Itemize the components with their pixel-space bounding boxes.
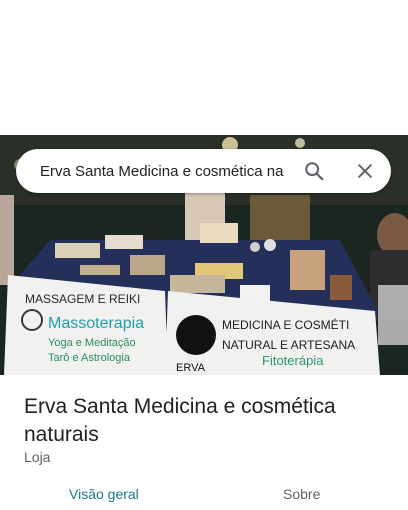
tab-overview[interactable]: Visão geral bbox=[69, 486, 139, 502]
place-category: Loja bbox=[24, 449, 51, 465]
banner-right-brand: ERVA bbox=[176, 362, 206, 374]
banner-left-line1: MASSAGEM E REIKI bbox=[25, 292, 140, 306]
search-input[interactable]: Erva Santa Medicina e cosmética na bbox=[40, 163, 288, 180]
tab-about[interactable]: Sobre bbox=[283, 486, 320, 502]
banner-right-line2: NATURAL E ARTESANA bbox=[222, 338, 355, 352]
banner-left-line4: Tarô e Astrologia bbox=[48, 352, 131, 364]
tab-bar: Visão geral Sobre bbox=[0, 478, 408, 510]
top-blank-area bbox=[0, 0, 408, 135]
search-icon[interactable] bbox=[300, 157, 328, 185]
banner-left-line2: Massoterapia bbox=[48, 315, 144, 332]
close-icon[interactable] bbox=[351, 157, 379, 185]
place-title: Erva Santa Medicina e cosmética naturais bbox=[24, 395, 336, 446]
banner-right-line1: MEDICINA E COSMÉTI bbox=[222, 317, 349, 332]
banner-right-line3: Fitoterápia bbox=[262, 353, 324, 368]
search-bar[interactable]: Erva Santa Medicina e cosmética na bbox=[16, 149, 391, 193]
banner-left-line3: Yoga e Meditação bbox=[48, 337, 136, 349]
